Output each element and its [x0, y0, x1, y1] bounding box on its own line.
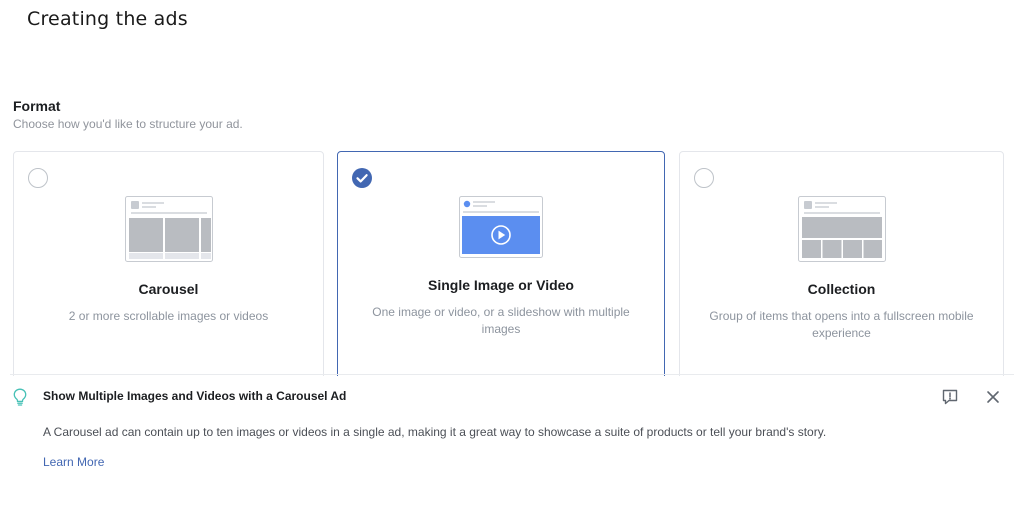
- single-image-radio-checked[interactable]: [352, 168, 372, 188]
- format-option-single-image-or-video[interactable]: Single Image or Video One image or video…: [337, 151, 665, 383]
- checkmark-icon: [356, 174, 368, 183]
- tip-divider: [10, 374, 1014, 375]
- collection-radio[interactable]: [694, 168, 714, 188]
- collection-title: Collection: [807, 281, 876, 297]
- single-image-title: Single Image or Video: [427, 277, 574, 293]
- carousel-description: 2 or more scrollable images or videos: [68, 309, 269, 323]
- format-option-collection[interactable]: Collection Group of items that opens int…: [679, 151, 1004, 383]
- close-icon[interactable]: [985, 389, 1001, 405]
- format-section-subtitle: Choose how you'd like to structure your …: [13, 117, 243, 131]
- tip-body: A Carousel ad can contain up to ten imag…: [43, 425, 827, 439]
- single-image-description: One image or video, or a slideshow with …: [372, 305, 630, 336]
- carousel-title: Carousel: [138, 281, 199, 297]
- single-video-layout-icon: [459, 196, 543, 258]
- tip-title: Show Multiple Images and Videos with a C…: [43, 389, 347, 403]
- lightbulb-icon: [13, 388, 27, 406]
- collection-description: Group of items that opens into a fullscr…: [709, 309, 974, 340]
- carousel-radio[interactable]: [28, 168, 48, 188]
- collection-layout-icon: [797, 196, 886, 262]
- format-option-carousel[interactable]: Carousel 2 or more scrollable images or …: [13, 151, 324, 383]
- carousel-layout-icon: [124, 196, 213, 262]
- feedback-icon[interactable]: [941, 388, 959, 406]
- learn-more-link[interactable]: Learn More: [43, 455, 104, 469]
- page-heading: Creating the ads: [27, 8, 188, 30]
- format-section-title: Format: [13, 98, 61, 114]
